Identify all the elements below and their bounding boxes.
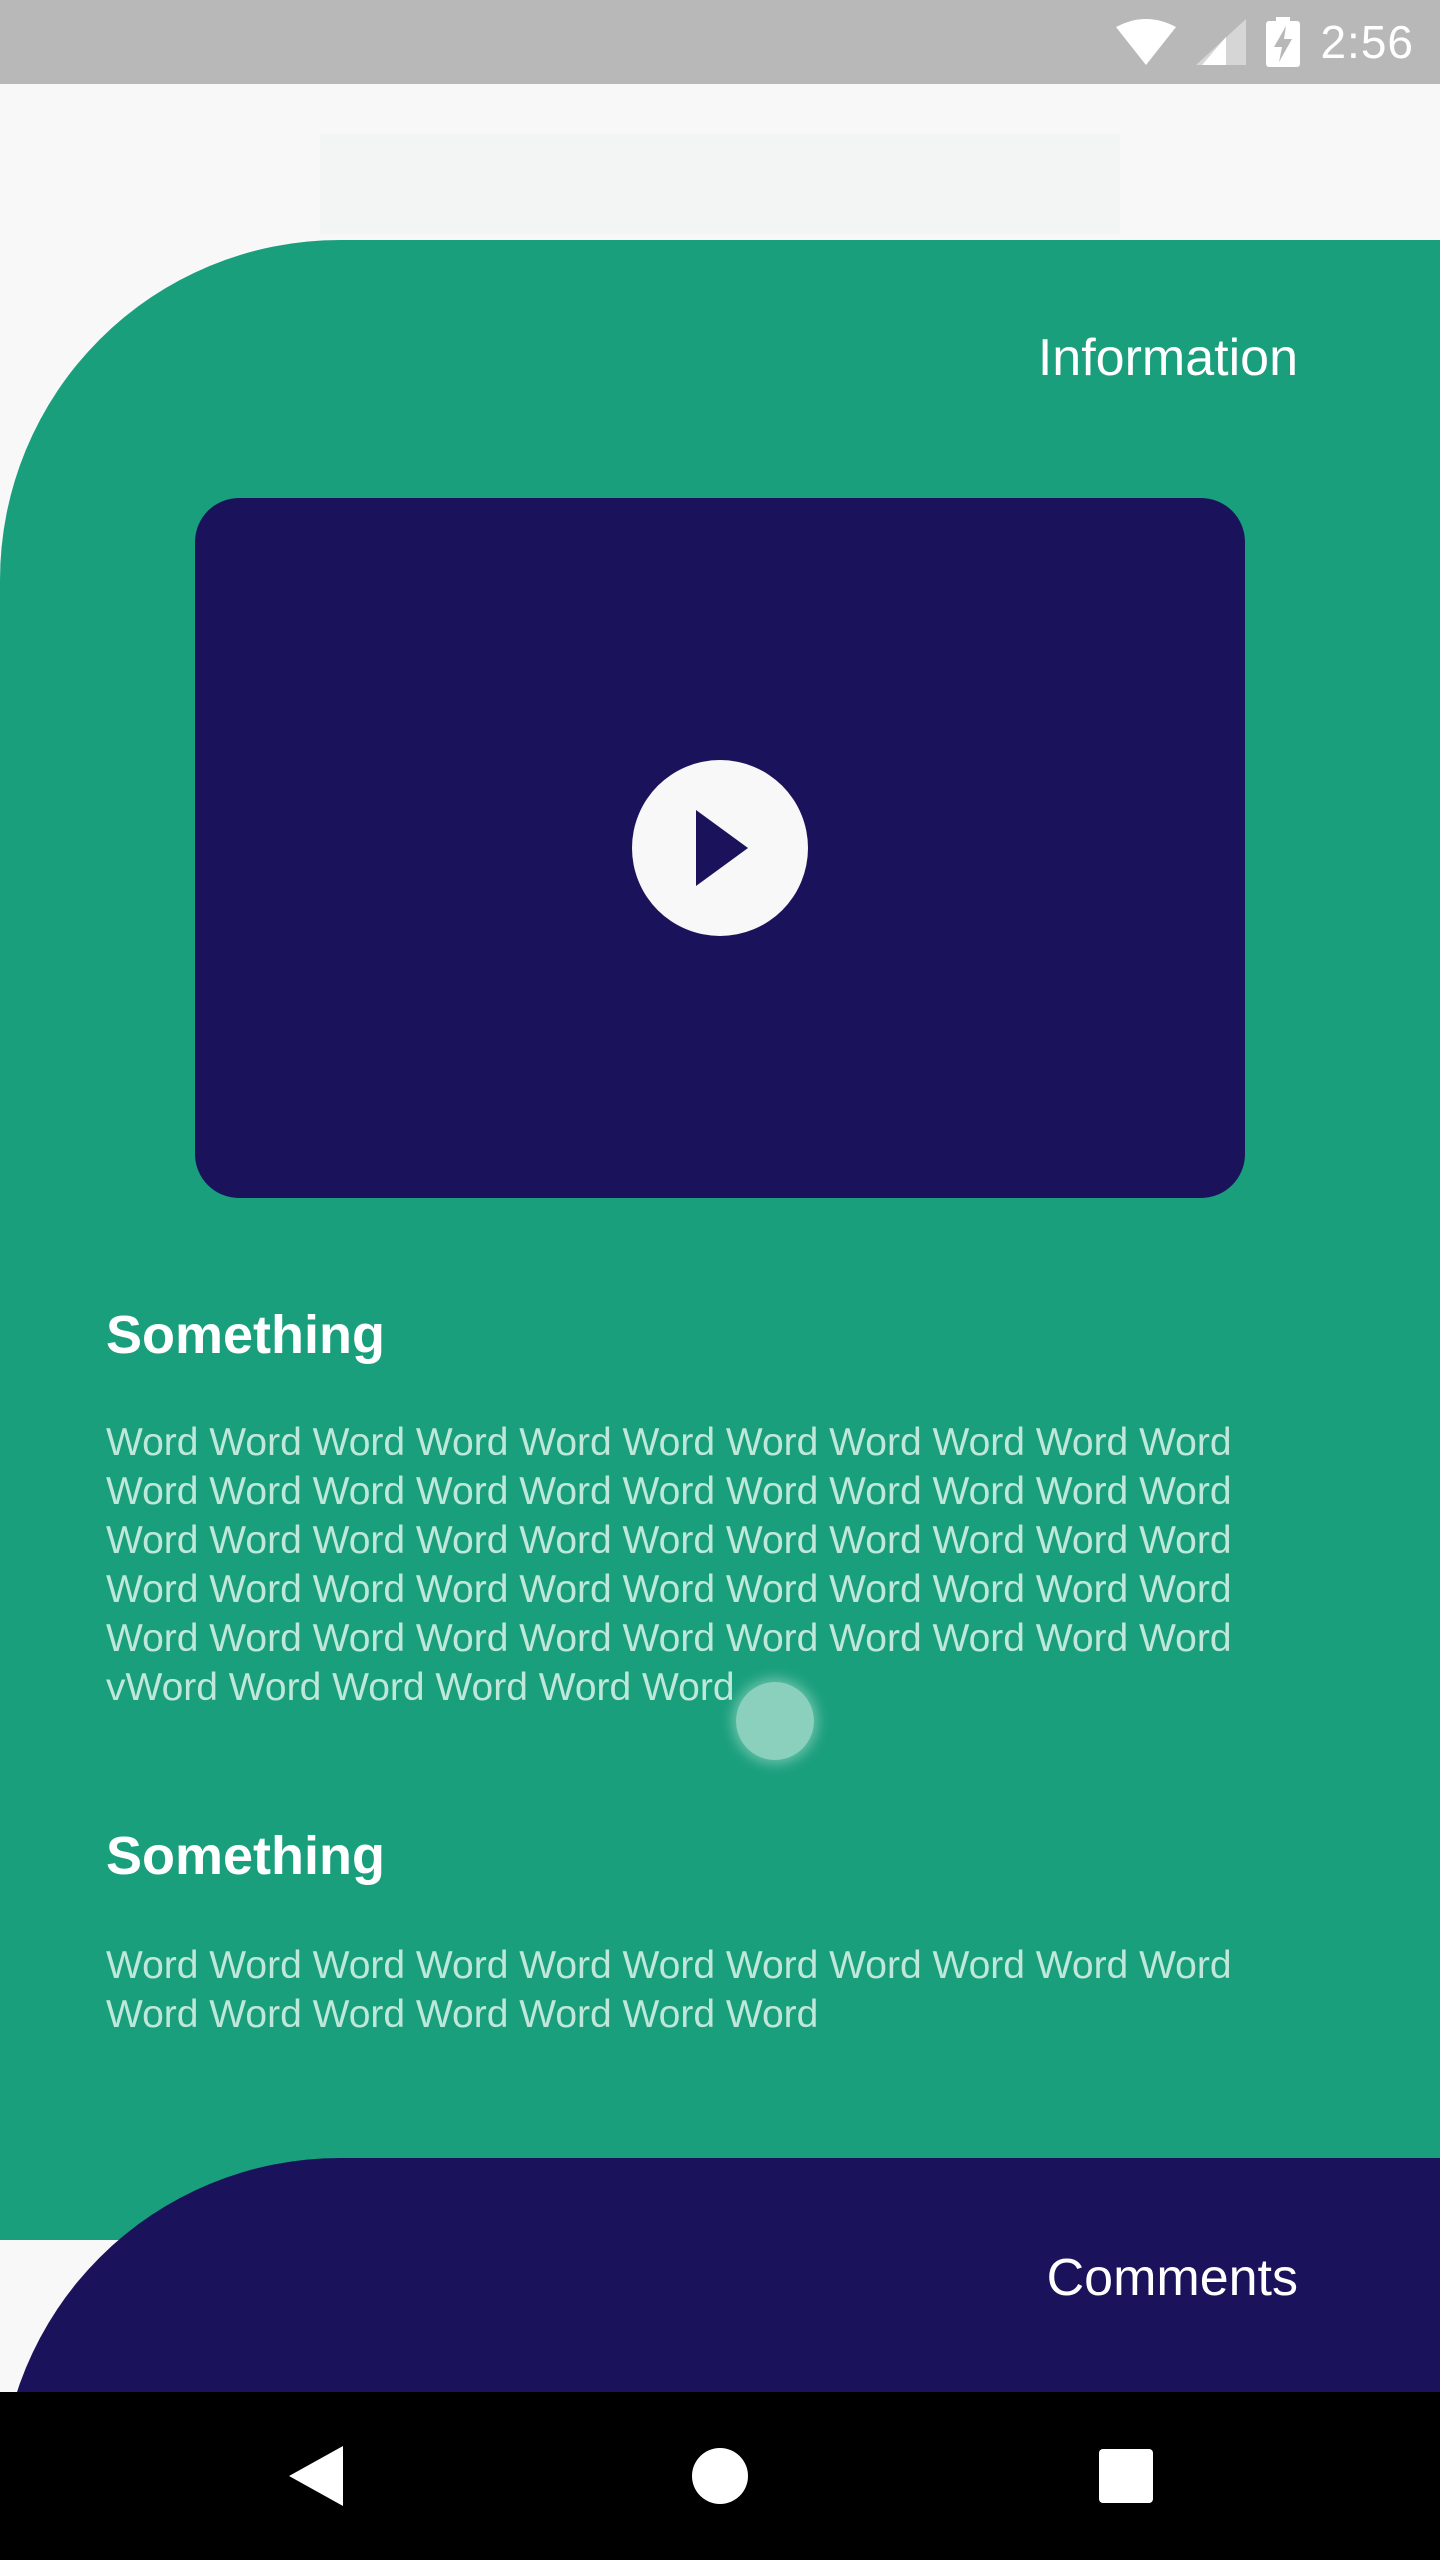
- information-title[interactable]: Information: [1038, 328, 1298, 388]
- header-placeholder: [320, 134, 1120, 234]
- battery-charging-icon: [1266, 17, 1301, 67]
- video-player[interactable]: [195, 498, 1245, 1198]
- comments-title[interactable]: Comments: [1047, 2248, 1298, 2308]
- recents-button[interactable]: [1042, 2392, 1210, 2560]
- section-heading: Something: [106, 1826, 385, 1886]
- section-heading: Something: [106, 1305, 385, 1365]
- home-button[interactable]: [636, 2392, 804, 2560]
- section-body: Word Word Word Word Word Word Word Word …: [106, 1944, 1232, 2036]
- back-button[interactable]: [232, 2392, 400, 2560]
- status-bar: 2:56: [0, 0, 1440, 84]
- cell-signal-icon: [1196, 19, 1247, 65]
- recents-icon: [1099, 2449, 1153, 2503]
- play-button[interactable]: [632, 760, 808, 936]
- status-time: 2:56: [1320, 16, 1414, 68]
- status-icons: 2:56: [1116, 0, 1414, 84]
- wifi-icon: [1116, 19, 1177, 65]
- top-strip: [0, 84, 1440, 240]
- touch-indicator: [736, 1682, 814, 1760]
- information-card: Information Something Word Word Word Wor…: [0, 240, 1440, 2240]
- play-icon: [696, 810, 748, 886]
- section-body: Word Word Word Word Word Word Word Word …: [106, 1421, 1232, 1709]
- navigation-bar: [0, 2392, 1440, 2560]
- back-icon: [289, 2446, 343, 2506]
- home-icon: [692, 2448, 748, 2504]
